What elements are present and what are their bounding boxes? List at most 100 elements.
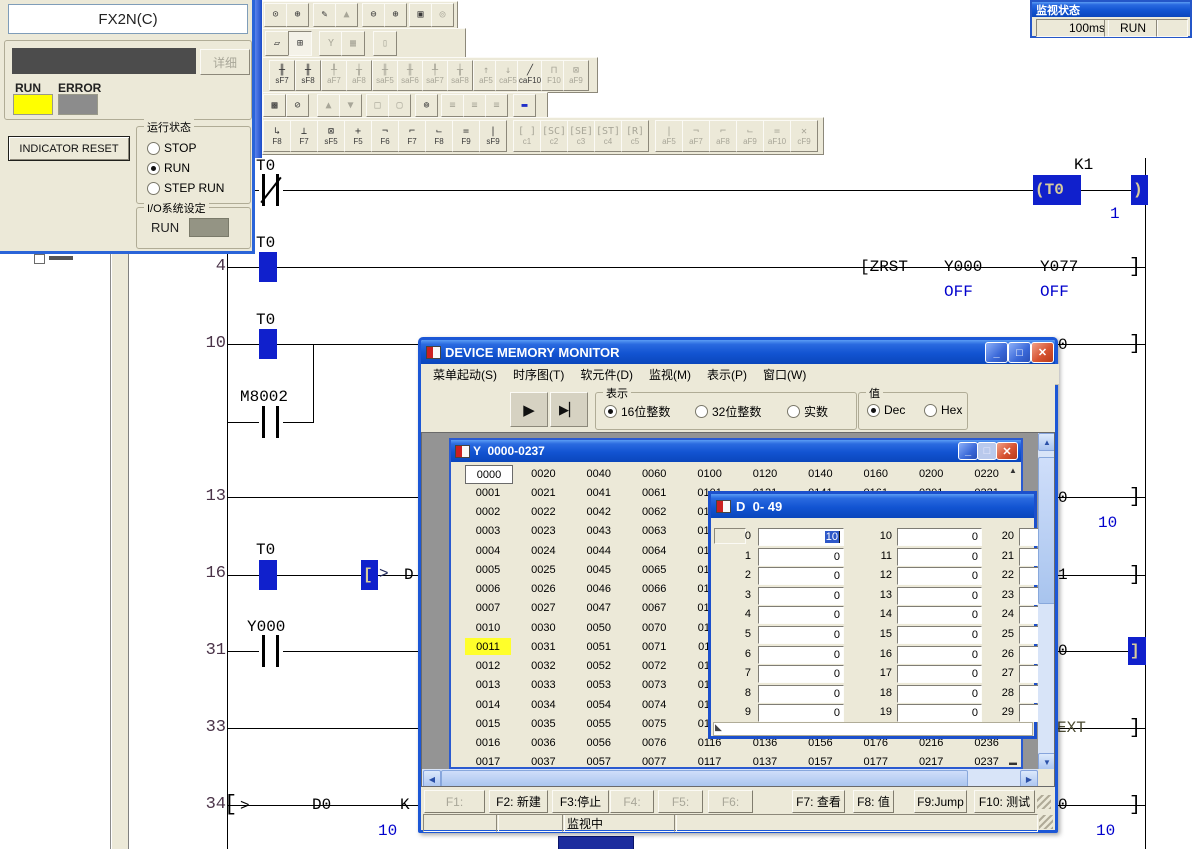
- monitor-step-button[interactable]: ▶▏: [550, 392, 588, 427]
- y-device-cell[interactable]: 0004: [465, 542, 511, 559]
- y-device-cell[interactable]: 0002: [465, 504, 511, 521]
- splitter[interactable]: [111, 254, 129, 849]
- symbol-aF9[interactable]: ⊠aF9: [563, 60, 589, 91]
- y-device-cell[interactable]: 0015: [465, 715, 511, 732]
- symbol-saF5[interactable]: ╫saF5: [372, 60, 398, 91]
- fn-cF9[interactable]: ✕cF9: [790, 120, 818, 152]
- y-device-cell[interactable]: 0071: [631, 638, 677, 655]
- y-device-cell[interactable]: 0043: [576, 523, 622, 540]
- d-value-field[interactable]: 0: [897, 587, 982, 605]
- y-device-cell[interactable]: 0006: [465, 581, 511, 598]
- y-device-cell[interactable]: 0020: [520, 465, 566, 482]
- y-device-cell[interactable]: 0044: [576, 542, 622, 559]
- monitor-start-button[interactable]: ▶: [510, 392, 548, 427]
- d-value-field[interactable]: [1019, 587, 1039, 605]
- symbol-sF7[interactable]: ╫sF7: [269, 60, 295, 91]
- y-device-cell[interactable]: 0021: [520, 484, 566, 501]
- y-device-cell[interactable]: 0055: [576, 715, 622, 732]
- d-value-field[interactable]: 0: [897, 704, 982, 722]
- d-value-field[interactable]: 0: [897, 528, 982, 546]
- fn-F8b[interactable]: ⌙F8: [425, 120, 453, 152]
- up-button[interactable]: ▲: [317, 94, 340, 117]
- y-device-cell[interactable]: 0160: [853, 465, 899, 482]
- fn-F5[interactable]: +F5: [344, 120, 372, 152]
- coil-highlighted[interactable]: (T0: [1033, 175, 1081, 205]
- fn-F9[interactable]: =F9: [452, 120, 480, 152]
- d-value-field[interactable]: 0: [897, 548, 982, 566]
- menu-窗口(W)[interactable]: 窗口(W): [755, 364, 814, 385]
- window-transfer-button[interactable]: ▣: [409, 3, 432, 27]
- y-device-cell[interactable]: 0024: [520, 542, 566, 559]
- y-device-cell[interactable]: 0001: [465, 484, 511, 501]
- y-device-cell[interactable]: 0060: [631, 465, 677, 482]
- y-device-cell[interactable]: 0034: [520, 696, 566, 713]
- y-device-cell[interactable]: 0200: [908, 465, 954, 482]
- y-device-cell[interactable]: 0075: [631, 715, 677, 732]
- horizontal-scroll-thumb[interactable]: [441, 770, 968, 787]
- fn-aF7[interactable]: ¬aF7: [682, 120, 710, 152]
- symbol-caF10[interactable]: ╱caF10: [517, 60, 543, 91]
- symbol-aF7[interactable]: ╀aF7: [321, 60, 347, 91]
- d-value-field[interactable]: [1019, 626, 1039, 644]
- indicator-reset-button[interactable]: INDICATOR RESET: [8, 136, 130, 161]
- mdi-vertical-scrollbar[interactable]: ▲ ▼: [1038, 433, 1055, 769]
- down-button[interactable]: ▼: [339, 94, 362, 117]
- d-value-field[interactable]: [1019, 567, 1039, 585]
- function-key-F2新建[interactable]: F2: 新建: [489, 790, 548, 813]
- d-value-field[interactable]: 0: [897, 567, 982, 585]
- d-value-field[interactable]: [1019, 606, 1039, 624]
- menu-时序图(T)[interactable]: 时序图(T): [505, 364, 572, 385]
- d-value-field[interactable]: 0: [897, 646, 982, 664]
- y-device-cell[interactable]: 0067: [631, 600, 677, 617]
- y-device-cell[interactable]: 0046: [576, 581, 622, 598]
- fn-aF9[interactable]: ⌙aF9: [736, 120, 764, 152]
- d-value-field[interactable]: 0: [758, 548, 844, 566]
- menu-监视(M)[interactable]: 监视(M): [641, 364, 699, 385]
- y-device-cell[interactable]: 0120: [742, 465, 788, 482]
- fn-aF5[interactable]: |aF5: [655, 120, 683, 152]
- y-maximize-button[interactable]: □: [977, 442, 997, 460]
- taskbar-button-fragment[interactable]: [558, 836, 634, 849]
- y-device-cell[interactable]: 0003: [465, 523, 511, 540]
- d-value-field[interactable]: 0: [758, 606, 844, 624]
- y-device-cell[interactable]: 0072: [631, 658, 677, 675]
- y-device-cell[interactable]: 0031: [520, 638, 566, 655]
- y-device-cell[interactable]: 0005: [465, 561, 511, 578]
- y-device-cell[interactable]: 0000: [465, 465, 513, 484]
- zoom-in-button[interactable]: ⊕: [384, 3, 407, 27]
- symbol-aF8[interactable]: ╁aF8: [346, 60, 372, 91]
- radio-16位整数[interactable]: 16位整数: [604, 403, 670, 420]
- y-device-cell[interactable]: 0036: [520, 735, 566, 752]
- radio-STOP[interactable]: STOP: [147, 141, 196, 155]
- y-device-cell[interactable]: 0063: [631, 523, 677, 540]
- y-device-cell[interactable]: 0012: [465, 658, 511, 675]
- y-window-titlebar[interactable]: Y 0000-0237 _ □ ✕: [451, 440, 1021, 462]
- y-device-cell[interactable]: 0140: [797, 465, 843, 482]
- menu-菜单起动(S)[interactable]: 菜单起动(S): [425, 364, 505, 385]
- column2-button[interactable]: ≡: [463, 94, 486, 117]
- fn-F7[interactable]: ⊥F7: [290, 120, 318, 152]
- fn-F7b[interactable]: ⌐F7: [398, 120, 426, 152]
- close-button[interactable]: ✕: [1031, 342, 1054, 363]
- d-value-field[interactable]: [1019, 548, 1039, 566]
- d-value-field[interactable]: 0: [758, 685, 844, 703]
- y-device-cell[interactable]: 0062: [631, 504, 677, 521]
- nc-contact[interactable]: [259, 174, 283, 206]
- scroll-left-button[interactable]: ◀: [423, 770, 441, 787]
- radio-实数[interactable]: 实数: [787, 403, 828, 420]
- column1-button[interactable]: ≡: [441, 94, 464, 117]
- compare-open-highlighted[interactable]: [: [361, 560, 378, 590]
- y-device-cell[interactable]: 0032: [520, 658, 566, 675]
- mdi-horizontal-scrollbar[interactable]: ◀ ▶: [422, 769, 1038, 787]
- y-device-cell[interactable]: 0052: [576, 658, 622, 675]
- scroll-up-button[interactable]: ▲: [1038, 433, 1055, 451]
- y-device-cell[interactable]: 0025: [520, 561, 566, 578]
- fn-c5[interactable]: [R]c5: [621, 120, 649, 152]
- fn-sF9[interactable]: |sF9: [479, 120, 507, 152]
- y-device-cell[interactable]: 0010: [465, 619, 511, 636]
- menu-表示(P)[interactable]: 表示(P): [699, 364, 755, 385]
- open-contact[interactable]: [259, 635, 283, 667]
- y-device-cell[interactable]: 0023: [520, 523, 566, 540]
- function-key-F6[interactable]: F6:: [708, 790, 753, 813]
- project-tree-panel[interactable]: [0, 254, 111, 849]
